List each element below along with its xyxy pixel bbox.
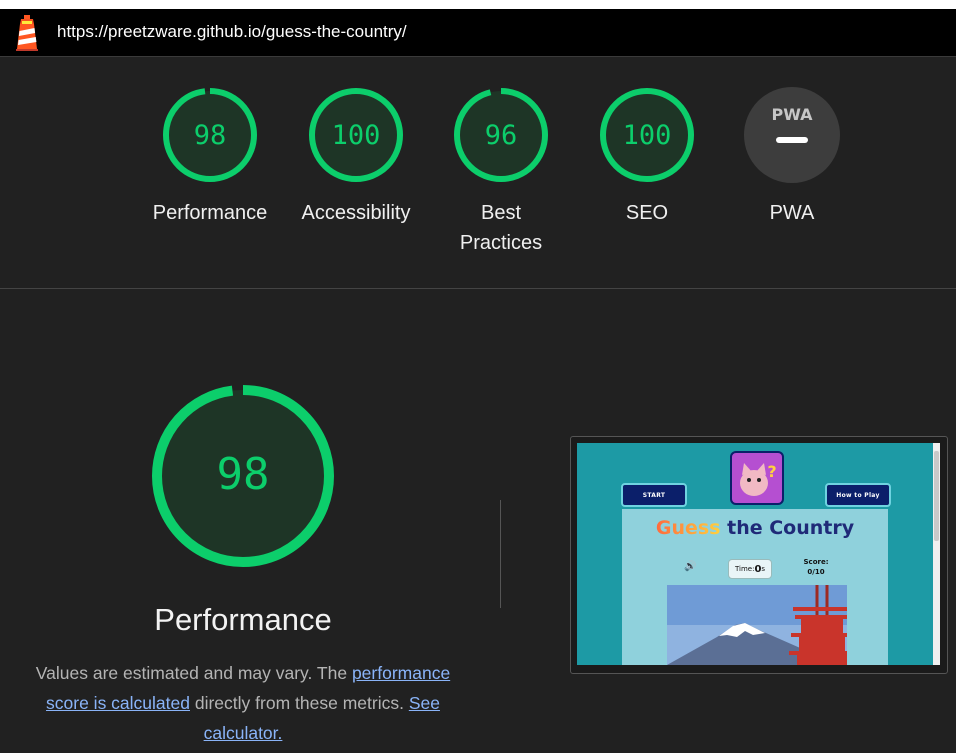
- how-to-play-button: How to Play: [825, 483, 891, 507]
- svg-text:?: ?: [767, 462, 776, 481]
- pwa-badge-icon: PWA: [744, 87, 840, 183]
- gauge-ring: 96: [454, 88, 548, 182]
- cat-question-icon: ?: [730, 451, 784, 505]
- speaker-icon: 🔊: [684, 561, 697, 572]
- gauge-ring: 100: [309, 88, 403, 182]
- lighthouse-icon: [16, 15, 38, 51]
- screenshot-scrollbar: [933, 443, 940, 665]
- gauge-best-practices[interactable]: 96 Best Practices: [431, 86, 571, 258]
- gauge-accessibility[interactable]: 100 Accessibility: [286, 86, 426, 228]
- gauge-label: PWA: [769, 202, 815, 224]
- gauge-label: Performance: [152, 202, 268, 224]
- start-button: START: [621, 483, 687, 507]
- mount-fuji-image: [667, 585, 847, 665]
- gauge-label: Best Practices: [459, 202, 543, 254]
- pwa-badge-text: PWA: [771, 105, 813, 124]
- section-divider: [0, 288, 956, 289]
- performance-description: Values are estimated and may vary. The p…: [22, 658, 464, 748]
- gauge-label: SEO: [625, 202, 669, 224]
- performance-gauge: 98: [152, 385, 334, 567]
- timer: Time: 0 s: [728, 559, 772, 579]
- desc-text: Values are estimated and may vary. The: [35, 663, 352, 683]
- gauge-performance[interactable]: 98 Performance: [140, 86, 280, 228]
- gauge-ring: 98: [163, 88, 257, 182]
- gauge-seo[interactable]: 100 SEO: [577, 86, 717, 228]
- game-panel: Guess the Country 🔊 Time: 0 s Score: 0/10: [622, 509, 888, 665]
- performance-title: Performance: [154, 602, 332, 637]
- game-title: Guess the Country: [655, 517, 855, 539]
- gauge-score: 100: [623, 120, 672, 151]
- final-screenshot[interactable]: START How to Play ? Guess the Country 🔊 …: [570, 436, 948, 674]
- score-summary: 98 Performance 100 Accessibility 96 Best…: [0, 57, 956, 288]
- vertical-divider: [500, 500, 501, 608]
- gauge-score: 98: [194, 120, 227, 151]
- score: Score: 0/10: [803, 558, 829, 576]
- report-url[interactable]: https://preetzware.github.io/guess-the-c…: [57, 22, 407, 42]
- top-strip: [0, 0, 956, 9]
- performance-score: 98: [217, 449, 270, 500]
- desc-text: directly from these metrics.: [190, 693, 409, 713]
- gauge-score: 100: [332, 120, 381, 151]
- report-header: https://preetzware.github.io/guess-the-c…: [0, 9, 956, 57]
- gauge-score: 96: [485, 120, 518, 151]
- gauge-label: Accessibility: [301, 202, 411, 224]
- gauge-pwa[interactable]: PWA PWA: [722, 86, 862, 228]
- page-screenshot: START How to Play ? Guess the Country 🔊 …: [577, 443, 933, 665]
- gauge-ring: 100: [600, 88, 694, 182]
